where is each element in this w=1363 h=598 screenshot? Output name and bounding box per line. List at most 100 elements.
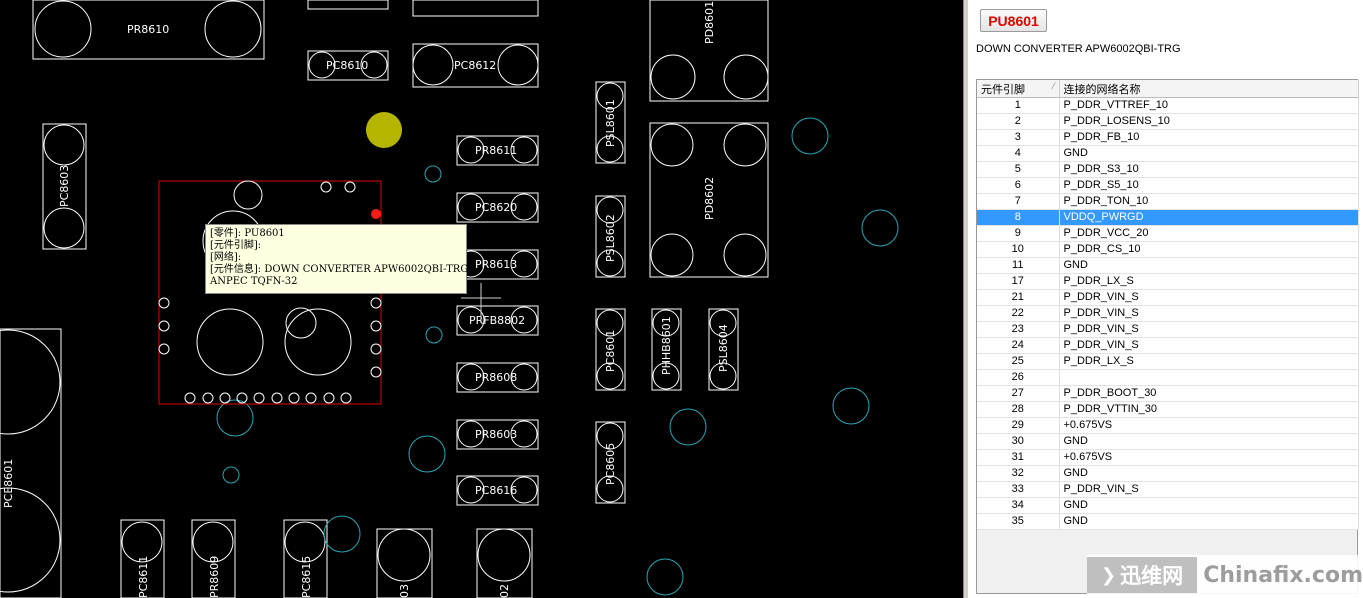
watermark-site-text: Chinafix.com (1203, 562, 1363, 588)
net-name-cell: P_DDR_S3_10 (1059, 161, 1359, 178)
pin-number-cell: 35 (977, 513, 1060, 530)
label-03: 03 (398, 584, 411, 598)
table-row[interactable]: 2 P_DDR_LOSENS_10 (977, 113, 1359, 130)
component-tooltip: [零件]: PU8601 [元件引脚]: [网络]: [元件信息]: DOWN … (205, 224, 469, 294)
table-row[interactable]: 30 GND (977, 433, 1359, 450)
net-name-cell: P_DDR_VIN_S (1059, 289, 1359, 306)
watermark: ❯ 迅维网 Chinafix.com (1087, 555, 1363, 595)
label-pc8616: PC8616 (475, 484, 517, 497)
net-name-cell: GND (1059, 257, 1359, 274)
pin-number-cell: 28 (977, 401, 1060, 418)
table-row[interactable]: 32 GND (977, 465, 1359, 482)
column-header-pin[interactable]: 元件引脚 ⁄ (977, 80, 1060, 98)
pin-number-cell: 7 (977, 193, 1060, 210)
table-row[interactable]: 7 P_DDR_TON_10 (977, 193, 1359, 210)
label-prfb8802: PRFB8802 (469, 314, 525, 327)
table-row[interactable]: 9 P_DDR_VCC_20 (977, 225, 1359, 242)
table-row[interactable]: 10 P_DDR_CS_10 (977, 241, 1359, 258)
pin-number-cell: 10 (977, 241, 1060, 258)
label-pr8613: PR8613 (475, 258, 517, 271)
label-pr8608: PR8608 (475, 371, 517, 384)
table-row[interactable]: 17 P_DDR_LX_S (977, 273, 1359, 290)
tooltip-line-net: [网络]: (210, 252, 242, 263)
label-pc8605: PC8605 (604, 443, 617, 485)
column-header-net[interactable]: 连接的网络名称 (1059, 80, 1359, 98)
pin1-marker (371, 209, 381, 219)
label-pc8612: PC8612 (454, 59, 496, 72)
pin-number-cell: 4 (977, 145, 1060, 162)
pcb-canvas[interactable]: PR8610 PC8610 PC8612 PD8601 PC8603 PR861… (0, 0, 963, 598)
part-name-button[interactable]: PU8601 (980, 9, 1047, 32)
net-name-cell: +0.675VS (1059, 449, 1359, 466)
pin-number-cell: 33 (977, 481, 1060, 498)
label-pc8603: PC8603 (58, 165, 71, 207)
table-row[interactable]: 5 P_DDR_S3_10 (977, 161, 1359, 178)
table-row[interactable]: 23 P_DDR_VIN_S (977, 321, 1359, 338)
net-name-cell: GND (1059, 465, 1359, 482)
table-row[interactable]: 21 P_DDR_VIN_S (977, 289, 1359, 306)
label-pd8601: PD8601 (703, 1, 716, 44)
table-row[interactable]: 8 VDDQ_PWRGD (977, 209, 1359, 226)
net-name-cell: GND (1059, 513, 1359, 530)
table-row[interactable]: 33 P_DDR_VIN_S (977, 481, 1359, 498)
table-row[interactable]: 22 P_DDR_VIN_S (977, 305, 1359, 322)
label-psl8601: PSL8601 (604, 99, 617, 147)
pin-number-cell: 2 (977, 113, 1060, 130)
net-name-cell (1059, 369, 1359, 386)
net-name-cell: P_DDR_LOSENS_10 (1059, 113, 1359, 130)
table-row[interactable]: 1 P_DDR_VTTREF_10 (977, 97, 1359, 114)
pin-net-table[interactable]: 元件引脚 ⁄ 连接的网络名称 1 P_DDR_VTTREF_10 2 P_DDR_LOS… (976, 79, 1359, 594)
net-name-cell: P_DDR_VIN_S (1059, 481, 1359, 498)
table-row[interactable]: 25 P_DDR_LX_S (977, 353, 1359, 370)
pin-number-cell: 8 (977, 209, 1060, 226)
table-row[interactable]: 24 P_DDR_VIN_S (977, 337, 1359, 354)
table-row[interactable]: 6 P_DDR_S5_10 (977, 177, 1359, 194)
table-row[interactable]: 29 +0.675VS (977, 417, 1359, 434)
pin-number-cell: 24 (977, 337, 1060, 354)
pin-number-cell: 6 (977, 177, 1060, 194)
pin-number-cell: 5 (977, 161, 1060, 178)
board-view[interactable]: PR8610 PC8610 PC8612 PD8601 PC8603 PR861… (0, 0, 963, 598)
net-name-cell: +0.675VS (1059, 417, 1359, 434)
pin-number-cell: 25 (977, 353, 1060, 370)
pin-number-cell: 30 (977, 433, 1060, 450)
label-pd8602: PD8602 (703, 177, 716, 220)
label-pc8601: PC8601 (604, 330, 617, 372)
table-row[interactable]: 3 P_DDR_FB_10 (977, 129, 1359, 146)
table-row[interactable]: 26 (977, 369, 1359, 386)
net-name-cell: P_DDR_VCC_20 (1059, 225, 1359, 242)
arrow-icon: ❯ (1101, 564, 1117, 586)
tooltip-line-package: ANPEC TQFN-32 (210, 276, 298, 287)
table-row[interactable]: 31 +0.675VS (977, 449, 1359, 466)
pin-number-cell: 34 (977, 497, 1060, 514)
net-name-cell: P_DDR_VIN_S (1059, 305, 1359, 322)
pin-number-cell: 26 (977, 369, 1060, 386)
net-name-cell: GND (1059, 433, 1359, 450)
tooltip-line-part: [零件]: PU8601 (210, 228, 285, 239)
table-row[interactable]: 28 P_DDR_VTTIN_30 (977, 401, 1359, 418)
label-psl8604: PSL8604 (717, 324, 730, 372)
table-row[interactable]: 4 GND (977, 145, 1359, 162)
net-name-cell: VDDQ_PWRGD (1059, 209, 1359, 226)
pin-number-cell: 27 (977, 385, 1060, 402)
net-name-cell: P_DDR_FB_10 (1059, 129, 1359, 146)
table-row[interactable]: 34 GND (977, 497, 1359, 514)
pin-number-cell: 31 (977, 449, 1060, 466)
label-pc8615: PC8615 (300, 556, 313, 598)
pin-number-cell: 21 (977, 289, 1060, 306)
table-row[interactable]: 11 GND (977, 257, 1359, 274)
net-name-cell: P_DDR_VIN_S (1059, 337, 1359, 354)
pin-number-cell: 3 (977, 129, 1060, 146)
label-pr8603: PR8603 (475, 428, 517, 441)
tooltip-line-info: [元件信息]: DOWN CONVERTER APW6002QBI-TRG (210, 264, 469, 275)
table-row[interactable]: 35 GND (977, 513, 1359, 530)
net-name-cell: P_DDR_BOOT_30 (1059, 385, 1359, 402)
pin-number-cell: 11 (977, 257, 1060, 274)
component-info-panel: PU8601 DOWN CONVERTER APW6002QBI-TRG 元件引… (968, 0, 1363, 598)
pin-number-cell: 23 (977, 321, 1060, 338)
highlight-pad[interactable] (366, 112, 402, 148)
label-pr8610: PR8610 (127, 23, 169, 36)
table-row[interactable]: 27 P_DDR_BOOT_30 (977, 385, 1359, 402)
pin-number-cell: 1 (977, 97, 1060, 114)
pin-number-cell: 32 (977, 465, 1060, 482)
